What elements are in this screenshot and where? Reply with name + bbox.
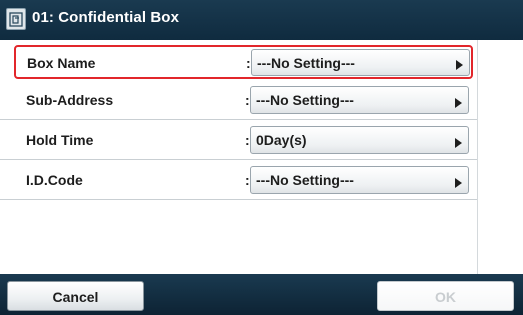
setting-value: 0Day(s): [256, 132, 307, 148]
setting-value: ---No Setting---: [256, 92, 354, 108]
scrollbar-track[interactable]: [477, 40, 523, 274]
setting-value: ---No Setting---: [256, 172, 354, 188]
arrow-right-icon: [456, 60, 463, 70]
ok-button[interactable]: OK: [377, 281, 514, 311]
page-title: 01: Confidential Box: [32, 9, 180, 26]
setting-row-box-name[interactable]: Box Name : ---No Setting---: [14, 45, 473, 79]
arrow-right-icon: [455, 98, 462, 108]
settings-list: Box Name : ---No Setting--- Sub-Address …: [0, 40, 523, 274]
separator: :: [245, 92, 250, 108]
arrow-right-icon: [455, 178, 462, 188]
separator: :: [246, 55, 251, 71]
box-document-icon: [6, 8, 26, 30]
title-bar: 01: Confidential Box: [0, 0, 523, 40]
setting-label: Sub-Address: [26, 92, 114, 108]
box-name-value-button[interactable]: ---No Setting---: [251, 49, 470, 76]
setting-row-sub-address[interactable]: Sub-Address : ---No Setting---: [0, 80, 477, 120]
setting-label: Hold Time: [26, 132, 94, 148]
footer-bar: Cancel OK: [0, 274, 523, 315]
setting-value: ---No Setting---: [257, 55, 355, 71]
setting-row-id-code[interactable]: I.D.Code : ---No Setting---: [0, 160, 477, 200]
id-code-value-button[interactable]: ---No Setting---: [250, 166, 469, 194]
setting-row-hold-time[interactable]: Hold Time : 0Day(s): [0, 120, 477, 160]
setting-label: I.D.Code: [26, 172, 83, 188]
cancel-button[interactable]: Cancel: [7, 281, 144, 311]
hold-time-value-button[interactable]: 0Day(s): [250, 126, 469, 154]
setting-label: Box Name: [27, 55, 96, 71]
separator: :: [245, 132, 250, 148]
arrow-right-icon: [455, 138, 462, 148]
sub-address-value-button[interactable]: ---No Setting---: [250, 86, 469, 114]
separator: :: [245, 172, 250, 188]
